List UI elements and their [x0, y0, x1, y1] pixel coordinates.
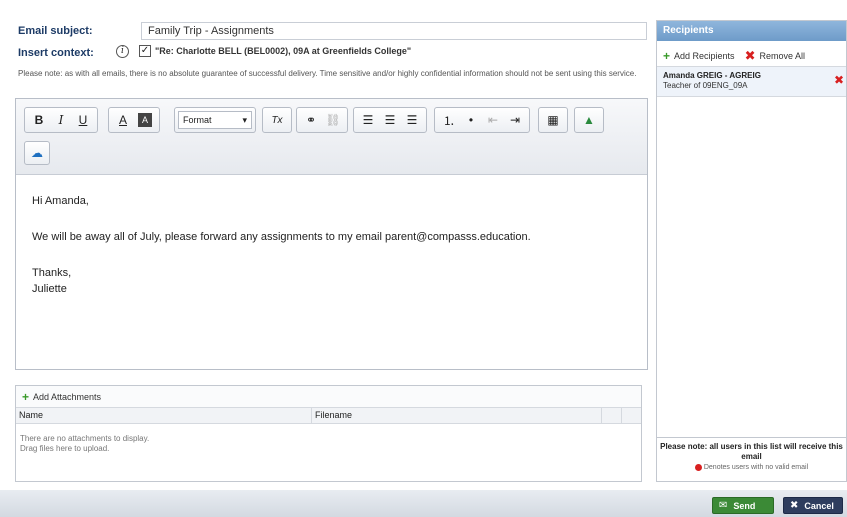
- body-closing: Thanks,: [32, 267, 72, 279]
- text-color-button[interactable]: A: [112, 110, 134, 130]
- unlink-button[interactable]: ⛓: [322, 110, 344, 130]
- bulleted-list-button[interactable]: •: [460, 110, 482, 130]
- onedrive-icon[interactable]: ☁: [26, 143, 48, 163]
- send-label: Send: [733, 500, 756, 511]
- basic-styles-group: B I U: [24, 107, 98, 133]
- plus-icon: +: [663, 48, 671, 63]
- insert-group: ▦: [538, 107, 568, 133]
- column-name[interactable]: Name: [16, 408, 312, 423]
- context-label: Insert context:: [18, 47, 94, 59]
- drive-group: ▲: [574, 107, 604, 133]
- link-group: ⚭ ⛓: [296, 107, 348, 133]
- format-select-label: Format: [183, 115, 212, 125]
- email-body[interactable]: Hi Amanda, We will be away all of July, …: [32, 193, 632, 297]
- remove-icon: ✖: [744, 47, 756, 63]
- indent-button[interactable]: ⇥: [504, 110, 526, 130]
- recipients-footer: Please note: all users in this list will…: [657, 437, 846, 481]
- chevron-down-icon: ▾: [242, 114, 247, 125]
- recipients-title: Recipients: [657, 21, 846, 41]
- cancel-button[interactable]: ✖ Cancel: [783, 497, 843, 514]
- attachments-panel: + Add Attachments Name Filename There ar…: [15, 385, 642, 482]
- recipient-role: Teacher of 09ENG_09A: [663, 81, 748, 90]
- send-button[interactable]: ✉ Send: [712, 497, 774, 514]
- bg-color-button[interactable]: A: [138, 113, 152, 127]
- context-checkbox[interactable]: ✓: [139, 45, 151, 57]
- format-group: Format ▾: [174, 107, 256, 133]
- cancel-label: Cancel: [804, 500, 834, 511]
- onedrive-group: ☁: [24, 141, 50, 165]
- delivery-note: Please note: as with all emails, there i…: [18, 69, 637, 78]
- column-filename[interactable]: Filename: [312, 408, 602, 423]
- recipient-item: Amanda GREIG - AGREIG Teacher of 09ENG_0…: [657, 67, 846, 97]
- subject-row: Email subject:: [14, 22, 648, 40]
- remove-all-button[interactable]: Remove All: [759, 51, 805, 61]
- body-greeting: Hi Amanda,: [32, 195, 89, 207]
- bold-button[interactable]: B: [28, 110, 50, 130]
- attachments-table-header: Name Filename: [16, 408, 641, 424]
- body-line: We will be away all of July, please forw…: [32, 231, 531, 243]
- italic-button[interactable]: I: [50, 110, 72, 130]
- align-group: ☰ ☰ ☰: [353, 107, 427, 133]
- google-drive-icon[interactable]: ▲: [578, 110, 600, 130]
- send-icon: ✉: [719, 500, 728, 511]
- body-signature: Juliette: [32, 283, 67, 295]
- align-left-button[interactable]: ☰: [357, 110, 379, 130]
- attachments-empty[interactable]: There are no attachments to display. Dra…: [16, 424, 641, 454]
- align-right-button[interactable]: ☰: [401, 110, 423, 130]
- email-editor: B I U A A Format ▾ Tx ⚭ ⛓ ☰ ☰ ☰ ⒈ • ⇤ ⇥ …: [15, 98, 648, 370]
- table-button[interactable]: ▦: [542, 110, 564, 130]
- recipients-footer-note: Please note: all users in this list will…: [660, 442, 843, 461]
- numbered-list-button[interactable]: ⒈: [438, 110, 460, 130]
- context-row: Insert context: i ✓ "Re: Charlotte BELL …: [18, 45, 648, 61]
- recipients-legend-text: Denotes users with no valid email: [703, 464, 809, 471]
- color-group: A A: [108, 107, 160, 133]
- list-group: ⒈ • ⇤ ⇥: [434, 107, 530, 133]
- column-extra-1: [602, 408, 622, 423]
- remove-recipient-icon[interactable]: ✖: [834, 74, 844, 86]
- warning-dot-icon: [694, 463, 702, 471]
- format-select[interactable]: Format ▾: [178, 111, 252, 129]
- clear-group: Tx: [262, 107, 292, 133]
- attachments-empty-text: There are no attachments to display.: [20, 434, 150, 443]
- recipients-actions: + Add Recipients ✖ Remove All: [657, 45, 846, 67]
- subject-label: Email subject:: [18, 25, 93, 37]
- align-center-button[interactable]: ☰: [379, 110, 401, 130]
- underline-button[interactable]: U: [72, 110, 94, 130]
- plus-icon: +: [22, 389, 30, 404]
- recipient-name: Amanda GREIG - AGREIG: [663, 71, 761, 80]
- recipients-legend: Denotes users with no valid email: [657, 463, 846, 473]
- add-attachments-button[interactable]: + Add Attachments: [16, 386, 641, 408]
- recipients-panel: Recipients + Add Recipients ✖ Remove All…: [656, 20, 847, 482]
- column-extra-2: [622, 408, 641, 423]
- outdent-button[interactable]: ⇤: [482, 110, 504, 130]
- editor-toolbar: B I U A A Format ▾ Tx ⚭ ⛓ ☰ ☰ ☰ ⒈ • ⇤ ⇥ …: [16, 99, 647, 175]
- remove-format-button[interactable]: Tx: [266, 110, 288, 130]
- add-recipients-button[interactable]: Add Recipients: [674, 51, 735, 61]
- attachments-drop-text: Drag files here to upload.: [20, 444, 110, 453]
- subject-input[interactable]: [141, 22, 647, 40]
- add-attachments-label: Add Attachments: [33, 391, 102, 402]
- info-icon[interactable]: i: [116, 45, 129, 58]
- context-text: "Re: Charlotte BELL (BEL0002), 09A at Gr…: [155, 46, 412, 56]
- cancel-icon: ✖: [790, 500, 799, 511]
- link-button[interactable]: ⚭: [300, 110, 322, 130]
